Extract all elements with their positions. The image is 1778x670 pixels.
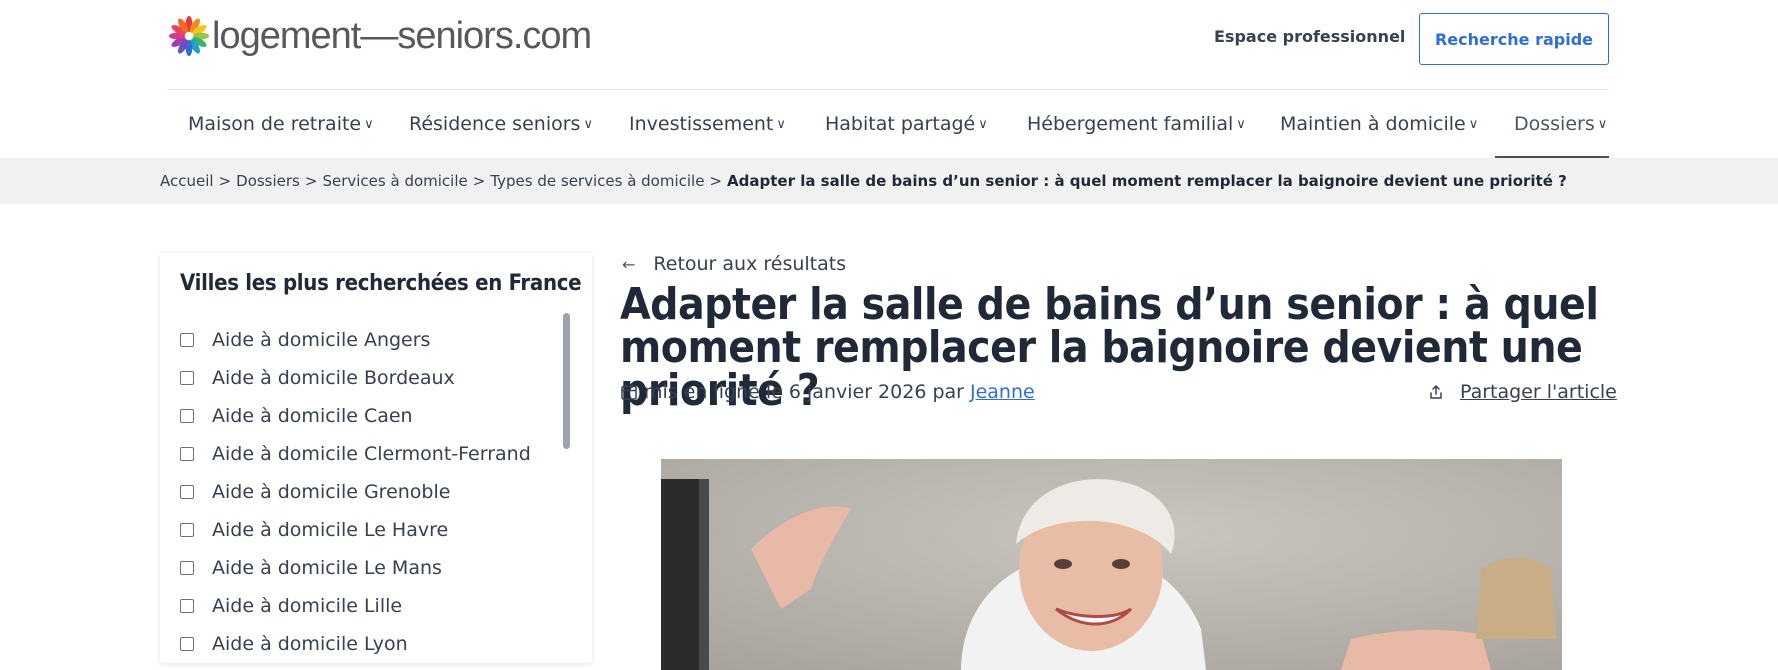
chevron-down-icon: ∨ bbox=[583, 116, 593, 132]
city-label: Aide à domicile Clermont-Ferrand bbox=[212, 443, 531, 465]
city-item[interactable]: Aide à domicile Caen bbox=[180, 397, 560, 435]
city-item[interactable]: Aide à domicile Clermont-Ferrand bbox=[180, 435, 560, 473]
breadcrumb-bar: Accueil > Dossiers > Services à domicile… bbox=[0, 158, 1778, 204]
city-checkbox[interactable] bbox=[180, 409, 194, 423]
city-label: Aide à domicile Caen bbox=[212, 405, 413, 427]
logo-text: logement—seniors.com bbox=[212, 14, 592, 57]
chevron-down-icon: ∨ bbox=[978, 116, 988, 132]
nav-item-label: Dossiers bbox=[1514, 113, 1595, 135]
sidebar-scrollbar[interactable] bbox=[563, 313, 570, 449]
chevron-down-icon: ∨ bbox=[364, 116, 374, 132]
city-checkbox[interactable] bbox=[180, 599, 194, 613]
breadcrumb-separator: > bbox=[472, 172, 486, 190]
nav-item-maintien-a-domicile[interactable]: Maintien à domicile ∨ bbox=[1280, 90, 1478, 158]
main-nav: Maison de retraite ∨ Résidence seniors ∨ I… bbox=[167, 90, 1609, 158]
share-icon bbox=[1430, 385, 1442, 399]
breadcrumb-link-services[interactable]: Services à domicile bbox=[322, 172, 467, 190]
site-logo[interactable]: logement—seniors.com bbox=[167, 12, 592, 60]
city-label: Aide à domicile Bordeaux bbox=[212, 367, 455, 389]
nav-item-label: Investissement bbox=[629, 113, 774, 135]
city-checkbox[interactable] bbox=[180, 523, 194, 537]
nav-item-dossiers[interactable]: Dossiers ∨ bbox=[1514, 90, 1607, 158]
city-item[interactable]: Aide à domicile Bordeaux bbox=[180, 359, 560, 397]
nav-item-label: Résidence seniors bbox=[409, 113, 581, 135]
city-checkbox[interactable] bbox=[180, 637, 194, 651]
site-header: logement—seniors.com Espace professionne… bbox=[0, 0, 1778, 161]
city-checkbox[interactable] bbox=[180, 561, 194, 575]
city-item[interactable]: Aide à domicile Lyon bbox=[180, 625, 560, 663]
nav-item-label: Maison de retraite bbox=[188, 113, 362, 135]
breadcrumb: Accueil > Dossiers > Services à domicile… bbox=[160, 158, 1567, 204]
publish-info: mis en ligne le 6 janvier 2026 par bbox=[644, 381, 964, 403]
share-label: Partager l'article bbox=[1460, 381, 1617, 403]
city-label: Aide à domicile Grenoble bbox=[212, 481, 451, 503]
nav-item-hebergement-familial[interactable]: Hébergement familial ∨ bbox=[1027, 90, 1246, 158]
city-list: Aide à domicile Angers Aide à domicile B… bbox=[180, 321, 560, 663]
breadcrumb-link-dossiers[interactable]: Dossiers bbox=[236, 172, 300, 190]
nav-item-label: Hébergement familial bbox=[1027, 113, 1234, 135]
city-item[interactable]: Aide à domicile Lille bbox=[180, 587, 560, 625]
hero-photo bbox=[661, 459, 1562, 670]
pro-space-link[interactable]: Espace professionnel bbox=[1214, 27, 1405, 46]
article-meta: mis en ligne le 6 janvier 2026 par Jeann… bbox=[620, 381, 1035, 403]
quick-search-button[interactable]: Recherche rapide bbox=[1419, 13, 1609, 65]
nav-item-habitat-partage[interactable]: Habitat partagé ∨ bbox=[825, 90, 988, 158]
flower-logo-icon bbox=[169, 16, 209, 56]
nav-item-maison-de-retraite[interactable]: Maison de retraite ∨ bbox=[188, 90, 374, 158]
chevron-down-icon: ∨ bbox=[1236, 116, 1246, 132]
arrow-left-icon: ← bbox=[622, 254, 636, 274]
city-checkbox[interactable] bbox=[180, 333, 194, 347]
city-checkbox[interactable] bbox=[180, 447, 194, 461]
nav-item-label: Maintien à domicile bbox=[1280, 113, 1466, 135]
chevron-down-icon: ∨ bbox=[1468, 116, 1479, 132]
city-item[interactable]: Aide à domicile Le Mans bbox=[180, 549, 560, 587]
city-checkbox[interactable] bbox=[180, 485, 194, 499]
city-item[interactable]: Aide à domicile Grenoble bbox=[180, 473, 560, 511]
share-article-link[interactable]: Partager l'article bbox=[1428, 381, 1617, 403]
nav-item-investissement[interactable]: Investissement ∨ bbox=[629, 90, 786, 158]
back-to-results-link[interactable]: ← Retour aux résultats bbox=[620, 253, 846, 275]
city-checkbox[interactable] bbox=[180, 371, 194, 385]
sidebar-title: Villes les plus recherchées en France bbox=[180, 271, 582, 296]
breadcrumb-link-accueil[interactable]: Accueil bbox=[160, 172, 214, 190]
breadcrumb-link-types[interactable]: Types de services à domicile bbox=[490, 172, 704, 190]
breadcrumb-separator: > bbox=[304, 172, 318, 190]
city-label: Aide à domicile Le Mans bbox=[212, 557, 442, 579]
chevron-down-icon: ∨ bbox=[776, 116, 786, 132]
city-label: Aide à domicile Angers bbox=[212, 329, 431, 351]
breadcrumb-separator: > bbox=[218, 172, 232, 190]
article-hero-image bbox=[661, 459, 1562, 670]
breadcrumb-current: Adapter la salle de bains d’un senior : … bbox=[727, 172, 1567, 190]
city-label: Aide à domicile Lyon bbox=[212, 633, 408, 655]
city-label: Aide à domicile Lille bbox=[212, 595, 403, 617]
city-label: Aide à domicile Le Havre bbox=[212, 519, 449, 541]
city-item[interactable]: Aide à domicile Le Havre bbox=[180, 511, 560, 549]
cities-sidebar: Villes les plus recherchées en France Ai… bbox=[160, 253, 592, 663]
nav-item-residence-seniors[interactable]: Résidence seniors ∨ bbox=[409, 90, 593, 158]
nav-item-label: Habitat partagé bbox=[825, 113, 976, 135]
chevron-down-icon: ∨ bbox=[1597, 116, 1608, 132]
author-link[interactable]: Jeanne bbox=[970, 381, 1035, 403]
calendar-icon bbox=[621, 384, 637, 400]
city-item[interactable]: Aide à domicile Angers bbox=[180, 321, 560, 359]
breadcrumb-separator: > bbox=[709, 172, 723, 190]
back-link-label: Retour aux résultats bbox=[653, 253, 847, 275]
